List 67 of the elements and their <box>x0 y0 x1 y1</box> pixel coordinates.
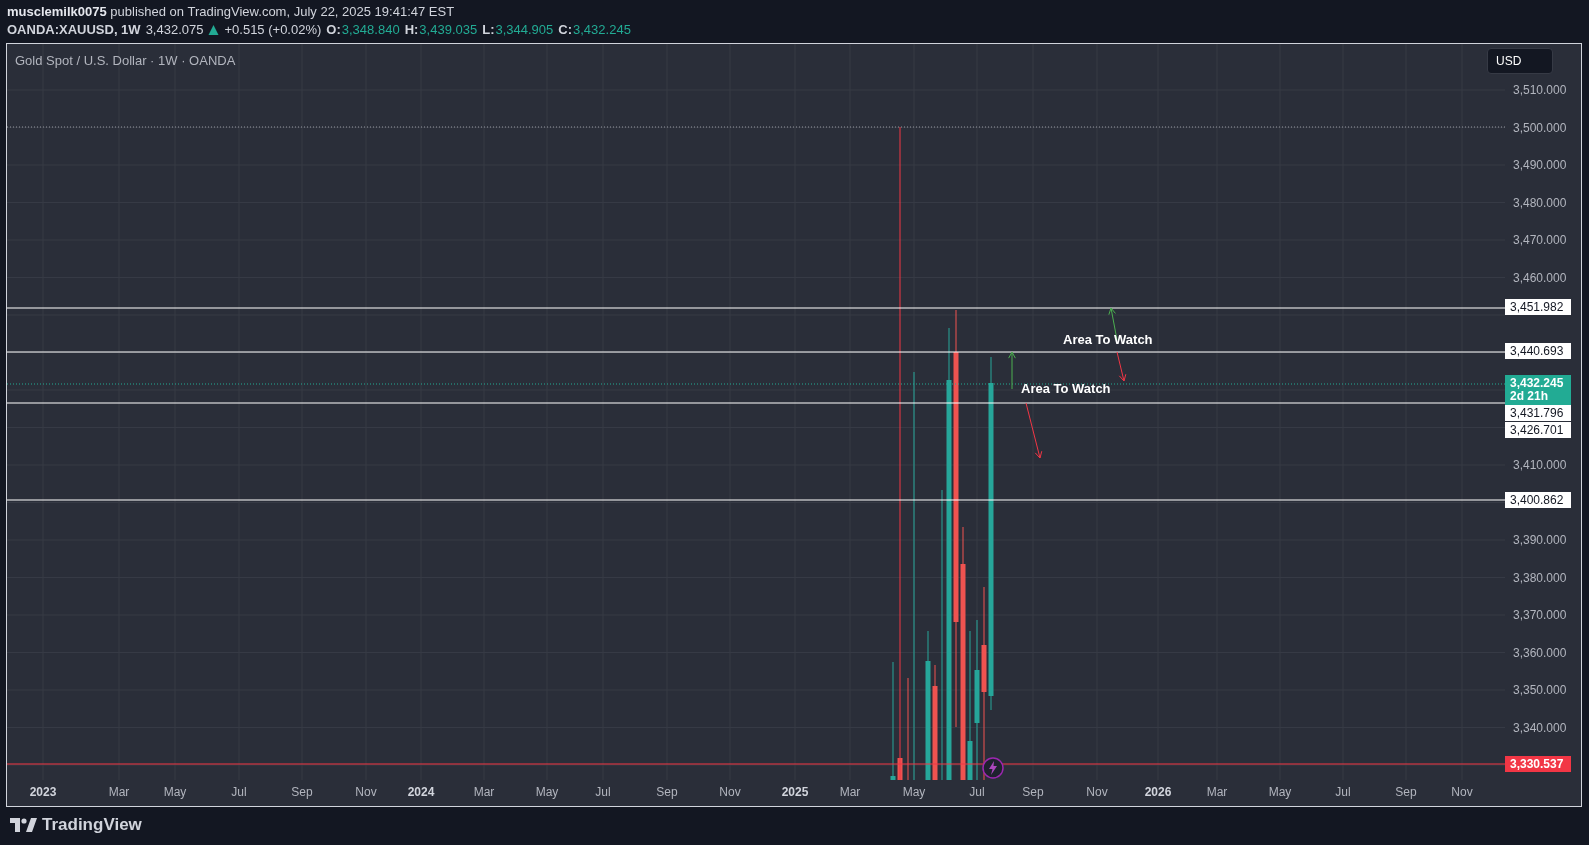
countdown: 2d 21h <box>1510 390 1549 403</box>
time-tick: Jul <box>231 785 247 799</box>
ohlc-label: O: <box>326 22 341 37</box>
time-tick: Sep <box>656 785 678 799</box>
last-price: 3,432.075 <box>145 22 204 37</box>
price-label: 3,451.982 <box>1505 299 1571 315</box>
ohlc-value: 3,344.905 <box>495 22 554 37</box>
price-tick: 3,490.000 <box>1513 158 1567 172</box>
ohlc-label: C: <box>558 22 573 37</box>
price-tick: 3,410.000 <box>1513 458 1567 472</box>
price-change: +0.515 (+0.02%) <box>224 22 322 37</box>
price-tick: 3,370.000 <box>1513 608 1567 622</box>
price-tick: 3,460.000 <box>1513 270 1567 285</box>
time-tick: Nov <box>355 785 377 799</box>
symbol-label: OANDA:XAUUSD, 1W <box>7 22 141 37</box>
price-tick: 3,500.000 <box>1513 120 1567 135</box>
annotation-text: Area To Watch <box>1063 332 1153 347</box>
time-tick: Mar <box>473 785 495 799</box>
time-tick: Sep <box>291 785 313 799</box>
time-tick: Jul <box>1335 785 1351 799</box>
price-tick: 3,390.000 <box>1513 533 1567 547</box>
price-label: 3,400.862 <box>1505 492 1571 508</box>
arrow <box>1116 351 1127 382</box>
time-tick: 2024 <box>407 785 435 799</box>
lightning-icon[interactable] <box>982 757 1004 779</box>
time-tick: Mar <box>1206 785 1228 799</box>
price-label: 3,330.537 <box>1505 756 1571 772</box>
ohlc-label: L: <box>482 22 495 37</box>
price-label: 3,426.701 <box>1505 422 1571 438</box>
currency-button[interactable]: USD <box>1487 48 1553 74</box>
brand-name: TradingView <box>42 815 142 835</box>
time-tick: Nov <box>719 785 741 799</box>
price-tick: 3,470.000 <box>1513 233 1567 247</box>
time-tick: 2023 <box>29 785 57 799</box>
ohlc-value: 3,432.245 <box>573 22 631 37</box>
ohlc-value: 3,348.840 <box>341 22 400 37</box>
time-tick: May <box>163 785 187 799</box>
time-tick: 2026 <box>1144 785 1172 799</box>
time-tick: Nov <box>1086 785 1108 799</box>
time-tick: Nov <box>1451 785 1473 799</box>
time-tick: May <box>902 785 926 799</box>
ohlc-label: H: <box>404 22 419 37</box>
logo-icon <box>10 818 37 832</box>
time-tick: May <box>535 785 559 799</box>
time-tick: Mar <box>108 785 130 799</box>
price-label: 3,440.693 <box>1505 343 1571 359</box>
time-tick: May <box>1268 785 1292 799</box>
ohlc-value: 3,439.035 <box>419 22 478 37</box>
arrow <box>1025 402 1043 459</box>
price-tick: 3,380.000 <box>1513 570 1567 585</box>
price-tick: 3,480.000 <box>1513 195 1567 210</box>
time-tick: Jul <box>595 785 611 799</box>
price-label: 3,431.796 <box>1505 405 1571 421</box>
time-tick: 2025 <box>781 785 809 799</box>
time-tick: Sep <box>1395 785 1417 799</box>
time-tick: Jul <box>969 785 985 799</box>
price-tick: 3,350.000 <box>1513 683 1567 697</box>
time-tick: Mar <box>839 785 861 799</box>
current-price: 3,432.245 <box>1510 377 1565 390</box>
price-tick: 3,340.000 <box>1513 720 1567 735</box>
chart-legend: Gold Spot / U.S. Dollar · 1W · OANDA <box>15 53 236 68</box>
annotation-text: Area To Watch <box>1021 381 1111 396</box>
publisher-line: musclemilk0075 published on TradingView.com, July 22, 2025 19:41:47 EST <box>7 4 456 19</box>
arrow <box>1008 351 1016 390</box>
time-tick: Sep <box>1022 785 1044 799</box>
price-tick: 3,360.000 <box>1513 645 1567 660</box>
price-tick: 3,510.000 <box>1513 83 1567 97</box>
